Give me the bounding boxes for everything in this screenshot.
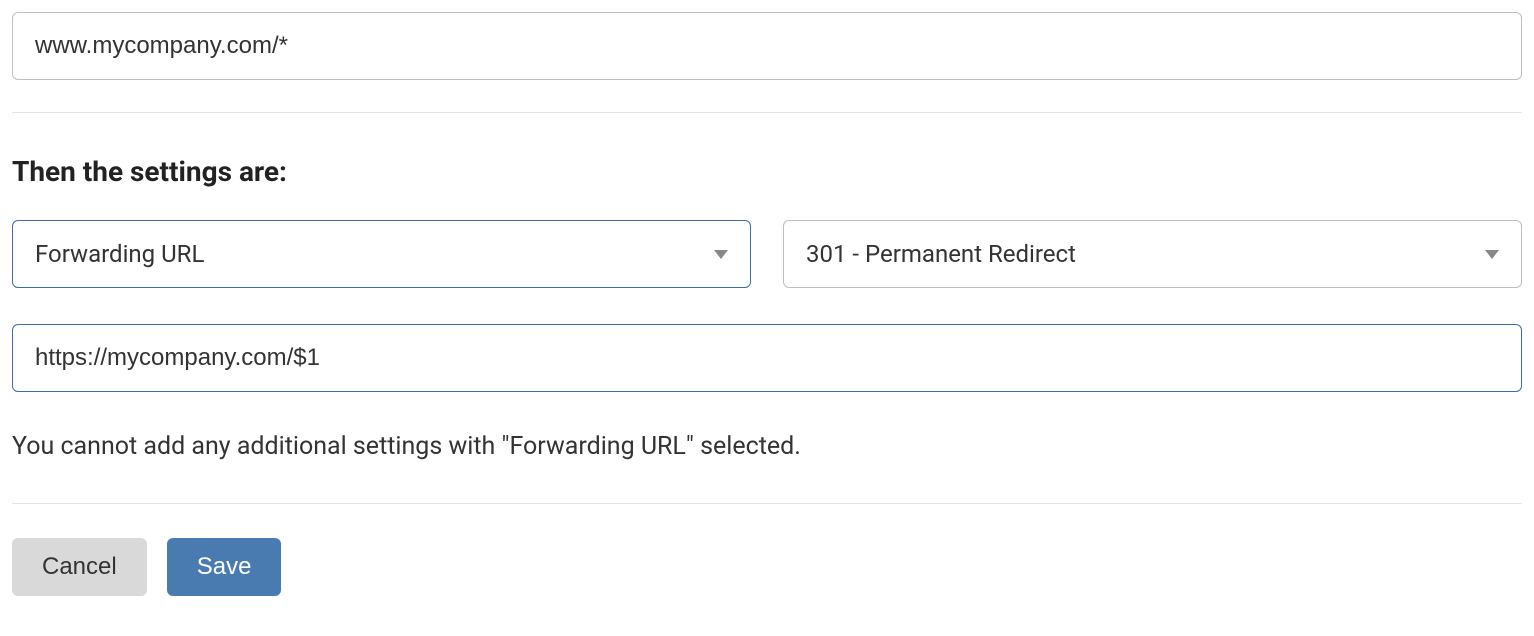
chevron-down-icon [1485,250,1499,259]
divider [12,112,1522,113]
cancel-button[interactable]: Cancel [12,538,147,596]
redirect-type-select[interactable]: 301 - Permanent Redirect [783,220,1522,288]
settings-heading: Then the settings are: [12,155,1522,188]
destination-url-input[interactable] [12,324,1522,392]
save-button[interactable]: Save [167,538,282,596]
setting-type-label: Forwarding URL [35,240,204,268]
chevron-down-icon [714,250,728,259]
url-pattern-input[interactable] [12,12,1522,80]
buttons-row: Cancel Save [12,538,1522,596]
selects-row: Forwarding URL 301 - Permanent Redirect [12,220,1522,288]
redirect-type-label: 301 - Permanent Redirect [806,240,1076,268]
divider [12,503,1522,504]
setting-type-select[interactable]: Forwarding URL [12,220,751,288]
info-text: You cannot add any additional settings w… [12,432,1522,461]
